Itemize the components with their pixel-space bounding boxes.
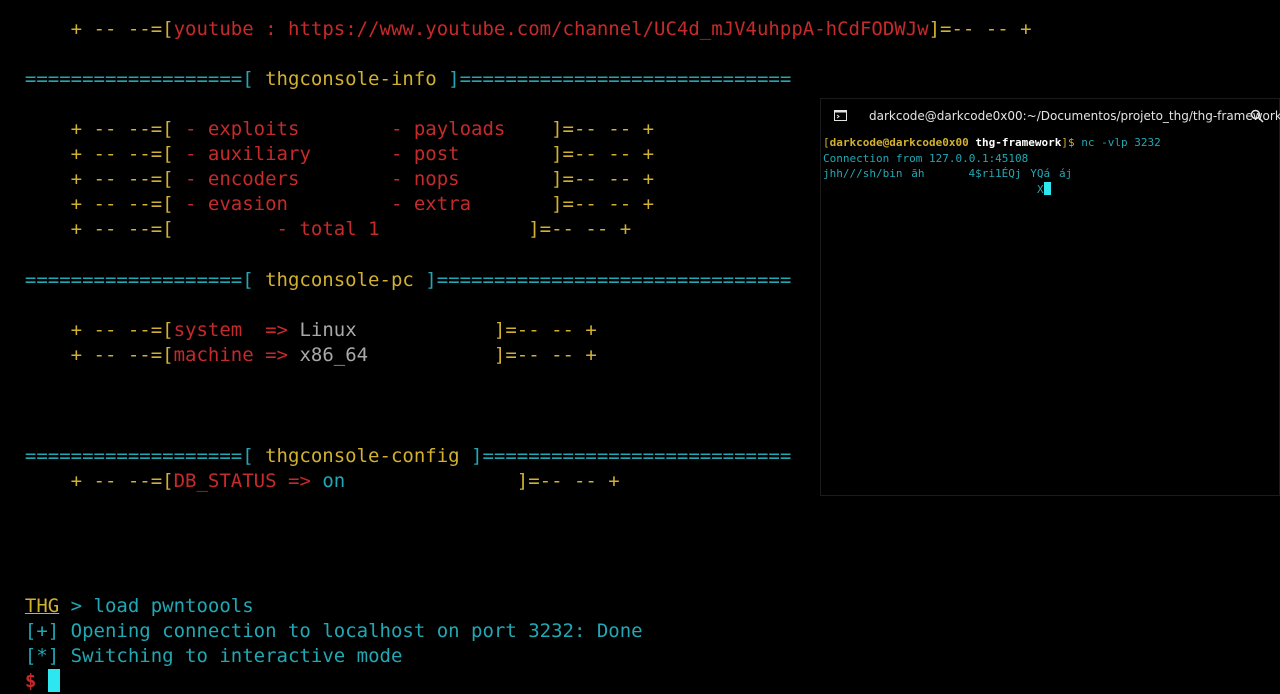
window-cursor[interactable] (1043, 181, 1051, 195)
search-icon[interactable] (1250, 109, 1264, 123)
info-row-evasion: + -- --=[ - evasion - extra ]=-- -- + (24, 193, 655, 215)
nc-payload-line: jhh///sh/binãh4$ri1ÉQjYQááj (823, 167, 1073, 180)
info-row-auxiliary: + -- --=[ - auxiliary - post ]=-- -- + (24, 143, 655, 165)
terminal-icon[interactable] (834, 110, 847, 121)
info-row-encoders: + -- --=[ - encoders - nops ]=-- -- + (24, 168, 655, 190)
pc-header: ===================[ thgconsole-pc ]====… (24, 269, 792, 291)
nc-command-line: [darkcode@darkcode0x00 thg-framework]$ n… (823, 136, 1161, 149)
config-header: ===================[ thgconsole-config ]… (24, 445, 792, 467)
window-terminal-body[interactable]: [darkcode@darkcode0x00 thg-framework]$ n… (821, 133, 1279, 197)
nc-connection-line: Connection from 127.0.0.1:45108 (823, 151, 1029, 165)
youtube-line: + -- --=[youtube : https://www.youtube.c… (24, 18, 1032, 40)
netcat-terminal-window[interactable]: darkcode@darkcode0x00:~/Documentos/proje… (820, 98, 1280, 496)
info-row-exploits: + -- --=[ - exploits - payloads ]=-- -- … (24, 118, 655, 140)
nc-output-line: X (823, 181, 1279, 198)
pc-row-machine: + -- --=[machine => x86_64 ]=-- -- + (24, 344, 597, 366)
console-command-line: THG > load pwntoools (24, 595, 254, 617)
window-titlebar[interactable]: darkcode@darkcode0x00:~/Documentos/proje… (821, 99, 1280, 133)
config-row-db-status: + -- --=[DB_STATUS => on ]=-- -- + (24, 470, 620, 492)
status-line-interactive: [*] Switching to interactive mode (24, 645, 403, 667)
info-header: ===================[ thgconsole-info ]==… (24, 68, 792, 90)
window-title: darkcode@darkcode0x00:~/Documentos/proje… (869, 109, 1280, 123)
shell-input-line[interactable]: $ (2, 644, 60, 692)
shell-prompt-symbol: $ (24, 670, 48, 692)
pc-row-system: + -- --=[system => Linux ]=-- -- + (24, 319, 597, 341)
info-row-total: + -- --=[ - total 1 ]=-- -- + (24, 218, 632, 240)
status-line-connection: [+] Opening connection to localhost on p… (24, 620, 643, 642)
terminal-cursor[interactable] (47, 669, 60, 692)
